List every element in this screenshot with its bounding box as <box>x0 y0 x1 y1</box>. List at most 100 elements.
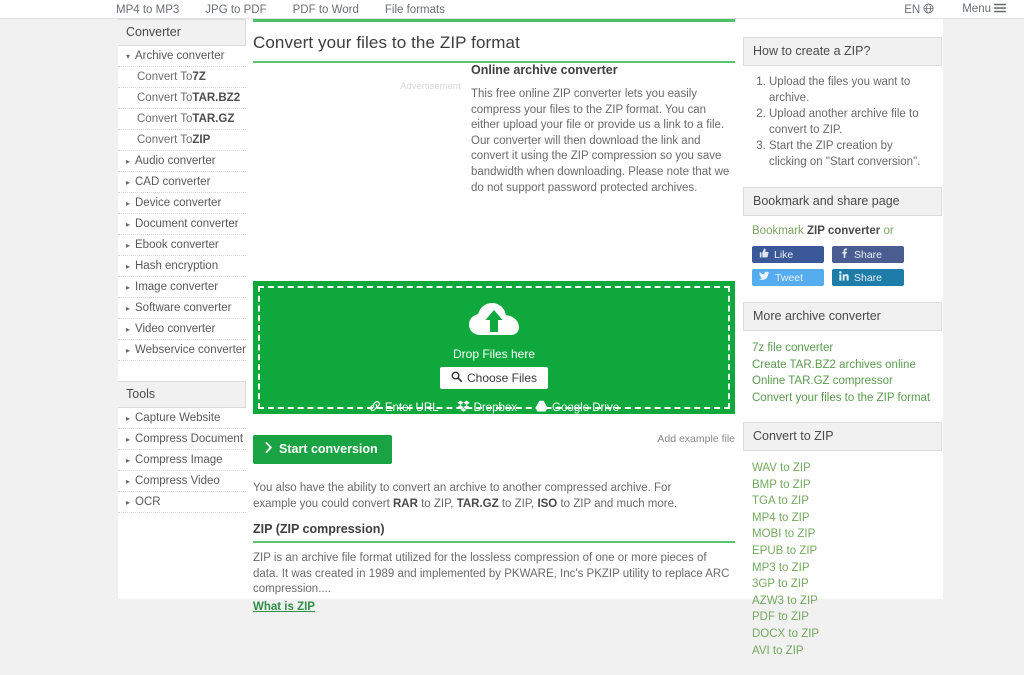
add-example-file-link[interactable]: Add example file <box>657 433 735 445</box>
sidebar-item-ebook-converter[interactable]: ▸ Ebook converter <box>118 235 246 256</box>
sidebar-item-document-converter[interactable]: ▸ Document converter <box>118 214 246 235</box>
sidebar-tool-label: Compress Document <box>135 433 244 445</box>
google-drive-button[interactable]: Google Drive <box>535 400 619 415</box>
topnav-mp4-to-mp3[interactable]: MP4 to MP3 <box>116 4 179 16</box>
google-drive-icon <box>535 400 548 415</box>
convert-zip-link[interactable]: MP4 to ZIP <box>752 510 933 527</box>
advertisement-label: Advertisement <box>400 81 461 92</box>
bookmark-target: ZIP converter <box>806 225 881 237</box>
sidebar-converter-heading: Converter <box>118 19 246 46</box>
caret-right-icon: ▸ <box>126 434 131 444</box>
sidebar-tool-ocr[interactable]: ▸ OCR <box>118 492 246 513</box>
bookmark-share-title: Bookmark and share page <box>743 187 942 216</box>
caret-right-icon: ▸ <box>126 303 131 313</box>
choose-files-button[interactable]: Choose Files <box>439 367 549 389</box>
linkedin-share-button[interactable]: Share <box>832 269 904 286</box>
file-dropzone[interactable]: Drop Files here Choose Files Enter URL D… <box>253 281 735 414</box>
sidebar-subitem-format: TAR.BZ2 <box>192 92 241 104</box>
convert-zip-link[interactable]: AVI to ZIP <box>752 643 933 660</box>
more-archive-link[interactable]: Create TAR.BZ2 archives online <box>752 357 933 374</box>
caret-right-icon: ▸ <box>126 156 131 166</box>
dropbox-icon <box>456 400 470 415</box>
dropzone-sources: Enter URL Dropbox Google Drive <box>369 400 619 415</box>
sidebar-tool-compress-image[interactable]: ▸ Compress Image <box>118 450 246 471</box>
what-is-zip-link[interactable]: What is ZIP <box>253 601 315 613</box>
convert-zip-link[interactable]: MP3 to ZIP <box>752 560 933 577</box>
topnav-jpg-to-pdf[interactable]: JPG to PDF <box>205 4 266 16</box>
start-conversion-label: Start conversion <box>279 442 378 456</box>
dropbox-label: Dropbox <box>473 401 518 414</box>
caret-right-icon: ▸ <box>126 476 131 486</box>
topnav-links: MP4 to MP3 JPG to PDF PDF to Word File f… <box>116 0 445 19</box>
dropbox-button[interactable]: Dropbox <box>456 400 518 415</box>
menu-button[interactable]: Menu <box>962 3 1006 16</box>
chevron-right-icon <box>265 442 273 456</box>
bookmark-share-panel: Bookmark and share page Bookmark ZIP con… <box>743 187 942 290</box>
topnav-pdf-to-word[interactable]: PDF to Word <box>293 4 359 16</box>
howto-step: Start the ZIP creation by clicking on "S… <box>769 139 933 170</box>
more-archive-link[interactable]: Online TAR.GZ compressor <box>752 373 933 390</box>
cloud-upload-icon <box>468 302 520 341</box>
enter-url-button[interactable]: Enter URL <box>369 400 439 415</box>
sidebar-item-archive-converter[interactable]: ▾ Archive converter <box>118 46 246 67</box>
convert-zip-link[interactable]: BMP to ZIP <box>752 477 933 494</box>
convert-zip-link[interactable]: MOBI to ZIP <box>752 526 933 543</box>
caret-right-icon: ▸ <box>126 455 131 465</box>
topnav-file-formats[interactable]: File formats <box>385 4 445 16</box>
sidebar-item-device-converter[interactable]: ▸ Device converter <box>118 193 246 214</box>
convert-zip-link[interactable]: PDF to ZIP <box>752 609 933 626</box>
sidebar-item-label: Software converter <box>135 302 232 314</box>
sidebar-subitem-convert-to-7z[interactable]: Convert To 7Z <box>118 67 246 88</box>
google-drive-label: Google Drive <box>552 401 620 414</box>
sidebar-item-webservice-converter[interactable]: ▸ Webservice converter <box>118 340 246 361</box>
sidebar-item-audio-converter[interactable]: ▸ Audio converter <box>118 151 246 172</box>
sidebar-subitem-format: ZIP <box>192 134 211 146</box>
language-selector[interactable]: EN <box>904 3 934 17</box>
alt-note-targz: TAR.GZ <box>456 497 499 510</box>
facebook-like-button[interactable]: Like <box>752 246 824 263</box>
sidebar-tool-compress-video[interactable]: ▸ Compress Video <box>118 471 246 492</box>
convert-zip-link[interactable]: WAV to ZIP <box>752 460 933 477</box>
more-archive-link[interactable]: Convert your files to the ZIP format <box>752 390 933 407</box>
sidebar-subitem-convert-to-targz[interactable]: Convert To TAR.GZ <box>118 109 246 130</box>
howto-body: Upload the files you want to archive. Up… <box>743 66 942 175</box>
convert-zip-link[interactable]: AZW3 to ZIP <box>752 593 933 610</box>
sidebar-subitem-label: Convert To <box>137 134 193 146</box>
facebook-share-button[interactable]: Share <box>832 246 904 263</box>
sidebar-item-video-converter[interactable]: ▸ Video converter <box>118 319 246 340</box>
more-archive-title: More archive converter <box>743 302 942 331</box>
language-label: EN <box>904 3 921 16</box>
sidebar-tool-capture-website[interactable]: ▸ Capture Website <box>118 408 246 429</box>
convert-to-zip-panel: Convert to ZIP WAV to ZIP BMP to ZIP TGA… <box>743 422 942 663</box>
twitter-tweet-button[interactable]: Tweet <box>752 269 824 286</box>
bookmark-suffix: or <box>880 225 894 237</box>
sidebar-subitem-convert-to-tarbz2[interactable]: Convert To TAR.BZ2 <box>118 88 246 109</box>
caret-right-icon: ▸ <box>126 219 131 229</box>
more-archive-link[interactable]: 7z file converter <box>752 340 933 357</box>
bookmark-prefix: Bookmark <box>752 225 807 237</box>
format-divider <box>253 541 735 543</box>
left-sidebar: Converter ▾ Archive converter Convert To… <box>118 19 246 513</box>
howto-step: Upload another archive file to convert t… <box>769 107 933 138</box>
facebook-icon <box>839 248 849 261</box>
convert-zip-link[interactable]: TGA to ZIP <box>752 493 933 510</box>
start-conversion-button[interactable]: Start conversion <box>253 435 392 464</box>
sidebar-item-label: CAD converter <box>135 176 211 188</box>
page-body: Converter ▾ Archive converter Convert To… <box>0 19 1024 657</box>
alternate-conversion-note: You also have the ability to convert an … <box>253 481 713 512</box>
caret-right-icon: ▸ <box>126 240 131 250</box>
search-icon <box>451 371 462 385</box>
sidebar-item-cad-converter[interactable]: ▸ CAD converter <box>118 172 246 193</box>
convert-zip-link[interactable]: 3GP to ZIP <box>752 576 933 593</box>
sidebar-item-hash-encryption[interactable]: ▸ Hash encryption <box>118 256 246 277</box>
sidebar-tool-compress-document[interactable]: ▸ Compress Document <box>118 429 246 450</box>
convert-zip-link[interactable]: DOCX to ZIP <box>752 626 933 643</box>
alt-note-part2: to ZIP, <box>417 497 457 510</box>
convert-zip-link[interactable]: EPUB to ZIP <box>752 543 933 560</box>
caret-right-icon: ▸ <box>126 413 131 423</box>
sidebar-item-image-converter[interactable]: ▸ Image converter <box>118 277 246 298</box>
social-buttons: Like Share Tweet Share <box>752 246 934 286</box>
sidebar-subitem-convert-to-zip[interactable]: Convert To ZIP <box>118 130 246 151</box>
caret-right-icon: ▸ <box>126 324 131 334</box>
sidebar-item-software-converter[interactable]: ▸ Software converter <box>118 298 246 319</box>
